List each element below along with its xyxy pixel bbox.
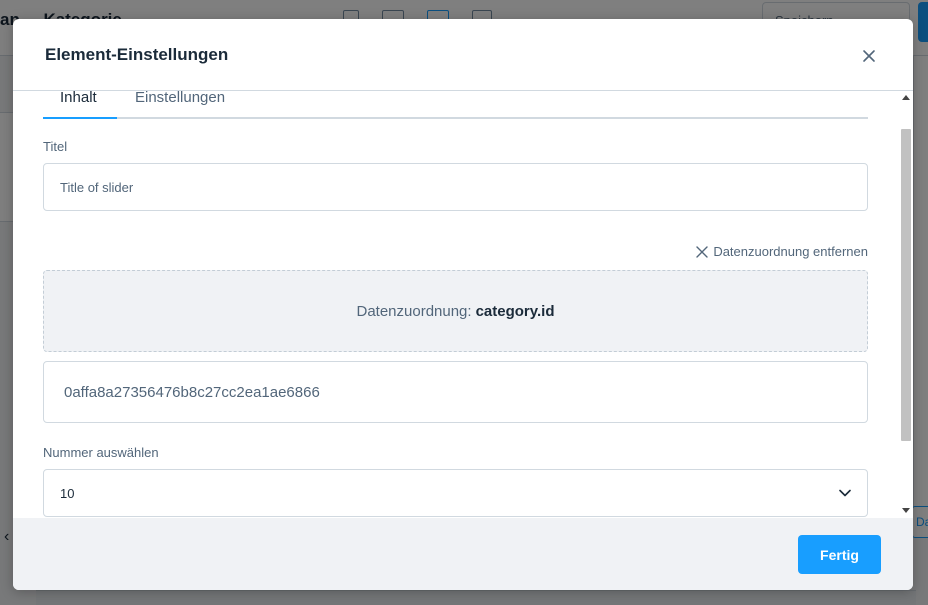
scroll-up-arrow-icon[interactable] bbox=[902, 95, 910, 100]
close-icon bbox=[696, 245, 709, 258]
scrollbar-thumb[interactable] bbox=[901, 129, 911, 441]
tab-inhalt[interactable]: Inhalt bbox=[60, 91, 97, 106]
modal-title: Element-Einstellungen bbox=[45, 45, 229, 64]
tab-bar: Inhalt Einstellungen bbox=[43, 91, 868, 119]
mapping-value: category.id bbox=[475, 302, 555, 320]
tab-einstellungen[interactable]: Einstellungen bbox=[135, 91, 225, 106]
modal-content: Inhalt Einstellungen Titel Title of slid… bbox=[43, 91, 868, 517]
mapping-prefix: Datenzuordnung: bbox=[356, 302, 472, 320]
data-mapping-box: Datenzuordnung: category.id bbox=[43, 270, 868, 352]
title-field-label: Titel bbox=[43, 139, 68, 154]
number-select-label: Nummer auswählen bbox=[43, 445, 159, 460]
number-select-value: 10 bbox=[60, 485, 75, 501]
modal-body: Inhalt Einstellungen Titel Title of slid… bbox=[13, 91, 913, 518]
modal-header: Element-Einstellungen bbox=[13, 19, 913, 91]
modal-scrollbar[interactable] bbox=[898, 91, 913, 518]
chevron-down-icon bbox=[839, 489, 851, 497]
remove-mapping-label: Datenzuordnung entfernen bbox=[713, 244, 868, 259]
remove-mapping-link[interactable]: Datenzuordnung entfernen bbox=[696, 244, 868, 259]
mapped-id-value: 0affa8a27356476b8c27cc2ea1ae6866 bbox=[64, 383, 320, 401]
number-select[interactable]: 10 bbox=[43, 469, 868, 517]
done-button[interactable]: Fertig bbox=[798, 535, 881, 574]
title-input[interactable]: Title of slider bbox=[43, 163, 868, 211]
active-tab-indicator bbox=[43, 117, 117, 119]
scroll-down-arrow-icon[interactable] bbox=[902, 508, 910, 513]
modal-footer: Fertig bbox=[13, 518, 913, 590]
close-icon[interactable] bbox=[858, 45, 880, 67]
mapped-id-field[interactable]: 0affa8a27356476b8c27cc2ea1ae6866 bbox=[43, 361, 868, 423]
title-input-value: Title of slider bbox=[60, 179, 134, 195]
element-settings-modal: Element-Einstellungen Inhalt Einstellung… bbox=[13, 19, 913, 590]
